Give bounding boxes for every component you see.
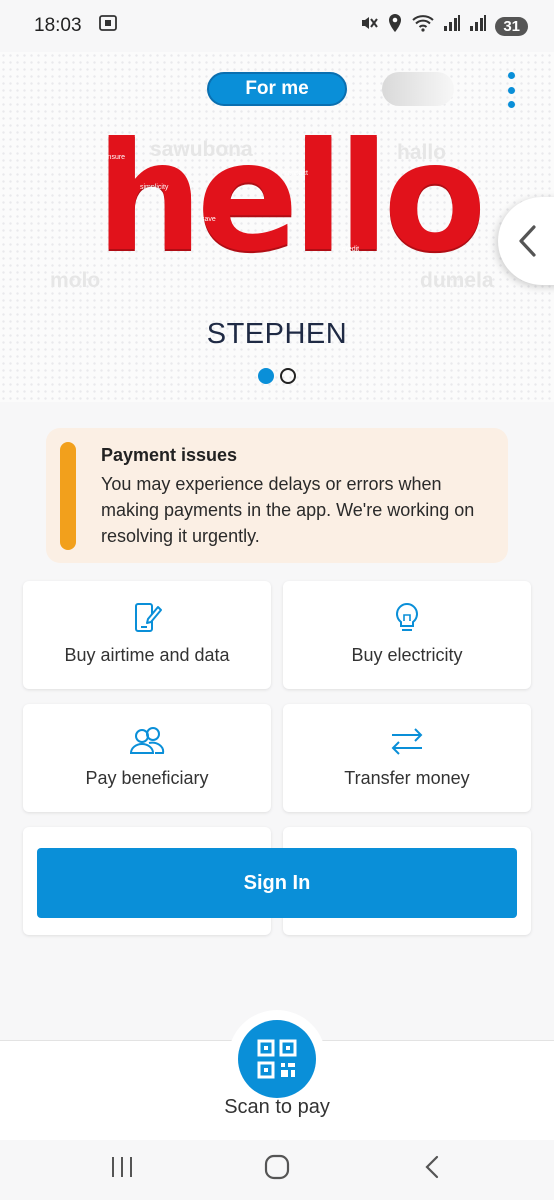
phone-edit-icon (135, 603, 162, 632)
card-label: Buy airtime and data (64, 645, 230, 665)
hello-inner-word: simplicity (140, 184, 169, 191)
battery-icon: 31 (495, 16, 528, 36)
alert-message: You may experience delays or errors when… (101, 474, 475, 546)
for-me-toggle[interactable]: For me (207, 72, 347, 106)
greeting-word: molo (50, 269, 101, 292)
card-label: Buy electricity (351, 645, 463, 665)
people-icon (129, 727, 165, 754)
wifi-icon (411, 13, 435, 39)
transfer-money-card[interactable]: Transfer money (283, 704, 531, 812)
kebab-menu-icon[interactable] (500, 70, 522, 110)
status-bar: 18:03 31 (0, 0, 554, 52)
profile-toggle-secondary[interactable] (382, 72, 454, 106)
chevron-left-icon (519, 225, 536, 257)
location-icon (387, 13, 403, 39)
buy-electricity-card[interactable]: Buy electricity (283, 581, 531, 689)
back-icon[interactable] (422, 1154, 442, 1180)
hello-inner-word: transact (283, 170, 308, 177)
lightbulb-icon (396, 602, 418, 631)
hello-inner-word: save (201, 216, 216, 223)
payment-issues-alert: Payment issues You may experience delays… (46, 428, 508, 563)
sign-in-button[interactable]: Sign In (37, 848, 517, 918)
alert-accent-bar (60, 442, 76, 550)
buy-airtime-card[interactable]: Buy airtime and data (23, 581, 271, 689)
carousel-indicator (258, 368, 296, 384)
home-icon[interactable] (264, 1154, 290, 1180)
qr-code-icon (257, 1039, 297, 1079)
system-nav-bar (0, 1140, 554, 1200)
hello-inner-word: credit (342, 246, 360, 253)
hello-logo: hello (96, 111, 486, 285)
card-label: Pay beneficiary (85, 768, 209, 788)
pay-beneficiary-card[interactable]: Pay beneficiary (23, 704, 271, 812)
mute-icon (359, 13, 379, 39)
recent-apps-icon[interactable] (110, 1154, 134, 1180)
carousel-dot-active[interactable] (258, 368, 274, 384)
transfer-arrows-icon (391, 728, 423, 755)
user-name: STEPHEN (206, 318, 348, 350)
scan-to-pay-button[interactable] (238, 1020, 316, 1098)
card-label: Transfer money (344, 768, 470, 788)
hello-inner-word: insure (106, 154, 126, 161)
signal-icon (443, 14, 461, 38)
screenshot-icon (98, 13, 118, 39)
scan-to-pay-label[interactable]: Scan to pay (0, 1096, 554, 1119)
status-time: 18:03 (34, 15, 82, 36)
alert-title: Payment issues (101, 445, 238, 465)
carousel-dot[interactable] (280, 368, 296, 384)
signal-icon (469, 14, 487, 38)
